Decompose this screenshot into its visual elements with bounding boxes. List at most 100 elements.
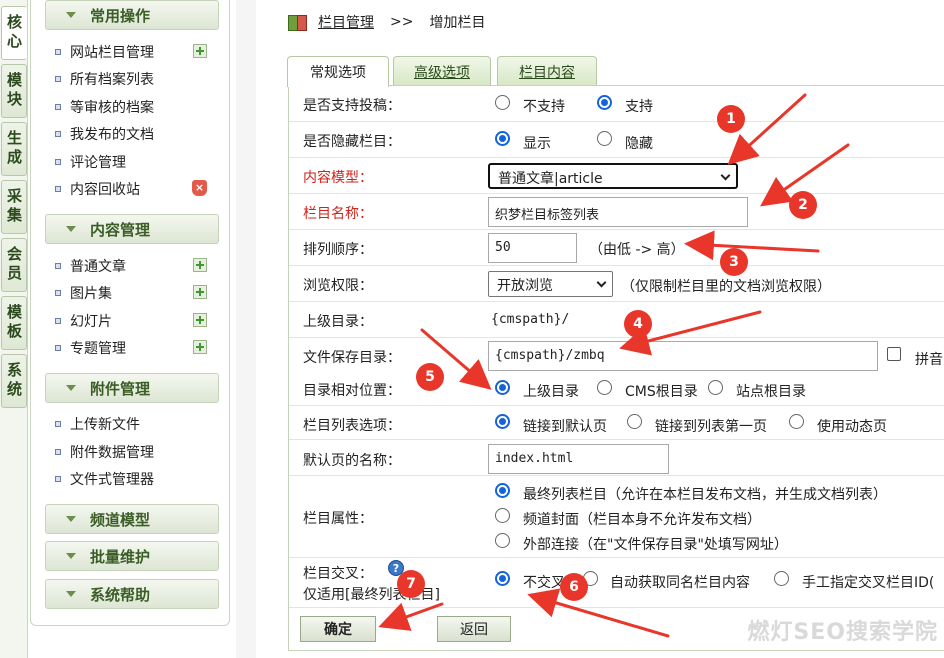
add-icon[interactable] bbox=[193, 44, 207, 58]
list-radio-dynamic[interactable] bbox=[789, 414, 804, 429]
pinyin-label: 拼音 bbox=[915, 352, 943, 368]
attr-radio-external[interactable] bbox=[495, 533, 510, 548]
menu-group-help[interactable]: 系统帮助 bbox=[45, 579, 219, 609]
cross-option-auto: 自动获取同名栏目内容 bbox=[610, 575, 750, 591]
hidden-option-hide: 隐藏 bbox=[625, 136, 653, 152]
chevron-down-icon bbox=[596, 277, 607, 288]
menu-item-column-manage[interactable]: 网站栏目管理 bbox=[55, 41, 207, 63]
relative-radio-site-root[interactable] bbox=[708, 380, 723, 395]
menu-item-slides[interactable]: 幻灯片 bbox=[55, 310, 207, 332]
attr-radio-cover[interactable] bbox=[495, 508, 510, 523]
confirm-button[interactable]: 确定 bbox=[300, 616, 376, 642]
bullet-icon bbox=[55, 421, 61, 427]
hidden-label: 是否隐藏栏目： bbox=[303, 134, 401, 150]
row-submission: 是否支持投稿： 不支持 支持 bbox=[289, 86, 944, 122]
row-name: 栏目名称： 织梦栏目标签列表 bbox=[289, 194, 944, 230]
watermark: 燃灯SEO搜索学院 bbox=[747, 620, 938, 645]
row-access: 浏览权限： 开放浏览 （仅限制栏目里的文档浏览权限） bbox=[289, 266, 944, 302]
recycle-bin-icon[interactable]: × bbox=[192, 180, 207, 196]
vtab-collect[interactable]: 采集 bbox=[1, 180, 27, 234]
menu-item-file-manager[interactable]: 文件式管理器 bbox=[55, 468, 205, 490]
tab-general[interactable]: 常规选项 bbox=[287, 56, 389, 87]
bullet-icon bbox=[55, 318, 61, 324]
relative-option-cms-root: CMS根目录 bbox=[625, 384, 698, 400]
access-hint: （仅限制栏目里的文档浏览权限） bbox=[621, 279, 831, 295]
row-save-dir: 文件保存目录： {cmspath}/zmbq 拼音 bbox=[289, 338, 944, 374]
cross-radio-manual[interactable] bbox=[774, 571, 789, 586]
submission-radio-yes[interactable] bbox=[597, 95, 612, 110]
content-model-select[interactable]: 普通文章|article bbox=[488, 163, 738, 189]
tab-advanced[interactable]: 高级选项 bbox=[393, 56, 491, 86]
list-option-dynamic: 使用动态页 bbox=[817, 419, 887, 435]
add-icon[interactable] bbox=[193, 258, 207, 272]
row-default-page: 默认页的名称： index.html bbox=[289, 440, 944, 476]
breadcrumb-separator: >> bbox=[390, 14, 414, 30]
default-page-label: 默认页的名称： bbox=[303, 453, 401, 469]
hidden-radio-hide[interactable] bbox=[597, 131, 612, 146]
vtab-core[interactable]: 核心 bbox=[1, 6, 27, 60]
bullet-icon bbox=[55, 186, 61, 192]
pinyin-checkbox[interactable] bbox=[887, 347, 901, 361]
menu-group-content[interactable]: 内容管理 bbox=[45, 214, 219, 244]
add-column-form: 是否支持投稿： 不支持 支持 是否隐藏栏目： 显示 隐藏 内容模型： 普通文章|… bbox=[288, 85, 944, 651]
row-model: 内容模型： 普通文章|article bbox=[289, 158, 944, 194]
menu-item-attachment-data[interactable]: 附件数据管理 bbox=[55, 441, 205, 463]
tab-column-content[interactable]: 栏目内容 bbox=[497, 56, 597, 86]
submission-radio-no[interactable] bbox=[495, 95, 510, 110]
attr-radio-final[interactable] bbox=[495, 483, 510, 498]
menu-item-topics[interactable]: 专题管理 bbox=[55, 337, 207, 359]
annotation-badge-6: 6 bbox=[560, 573, 588, 601]
add-icon[interactable] bbox=[193, 340, 207, 354]
add-icon[interactable] bbox=[193, 285, 207, 299]
vtab-generate[interactable]: 生成 bbox=[1, 122, 27, 176]
cross-option-none: 不交叉 bbox=[523, 575, 565, 591]
hidden-option-show: 显示 bbox=[523, 136, 551, 152]
menu-item-all-archives[interactable]: 所有档案列表 bbox=[55, 68, 205, 90]
vtab-system[interactable]: 系统 bbox=[1, 354, 27, 408]
module-tabs: 核心 模块 生成 采集 会员 模板 系统 bbox=[0, 0, 28, 658]
breadcrumb-link[interactable]: 栏目管理 bbox=[318, 12, 374, 32]
bullet-icon bbox=[55, 159, 61, 165]
relative-radio-parent[interactable] bbox=[495, 380, 510, 395]
menu-item-pending[interactable]: 等审核的档案 bbox=[55, 96, 205, 118]
submission-option-yes: 支持 bbox=[625, 99, 653, 115]
menu-group-batch[interactable]: 批量维护 bbox=[45, 541, 219, 571]
default-page-input[interactable]: index.html bbox=[488, 444, 669, 474]
menu-group-channel-model[interactable]: 频道模型 bbox=[45, 504, 219, 534]
vtab-template[interactable]: 模板 bbox=[1, 296, 27, 350]
save-dir-label: 文件保存目录： bbox=[303, 350, 401, 366]
collapse-triangle-icon bbox=[66, 516, 76, 522]
access-select[interactable]: 开放浏览 bbox=[488, 271, 613, 297]
hidden-radio-show[interactable] bbox=[495, 131, 510, 146]
list-radio-default[interactable] bbox=[495, 414, 510, 429]
back-button[interactable]: 返回 bbox=[437, 616, 511, 642]
relative-radio-cms-root[interactable] bbox=[597, 380, 612, 395]
model-label: 内容模型： bbox=[303, 170, 373, 186]
bullet-icon bbox=[55, 476, 61, 482]
vtab-member[interactable]: 会员 bbox=[1, 238, 27, 292]
vtab-module[interactable]: 模块 bbox=[1, 64, 27, 118]
collapse-triangle-icon bbox=[66, 226, 76, 232]
annotation-badge-2: 2 bbox=[789, 191, 817, 219]
list-radio-first[interactable] bbox=[627, 414, 642, 429]
menu-item-my-docs[interactable]: 我发布的文档 bbox=[55, 123, 205, 145]
order-input[interactable]: 50 bbox=[488, 233, 577, 263]
add-icon[interactable] bbox=[193, 313, 207, 327]
bullet-icon bbox=[55, 49, 61, 55]
cross-radio-none[interactable] bbox=[495, 571, 510, 586]
breadcrumb: 栏目管理 >> 增加栏目 bbox=[288, 8, 485, 36]
cross-option-manual: 手工指定交叉栏目ID( bbox=[802, 575, 935, 591]
menu-group-attachments[interactable]: 附件管理 bbox=[45, 373, 219, 403]
chevron-down-icon bbox=[720, 170, 731, 181]
menu-item-article[interactable]: 普通文章 bbox=[55, 255, 207, 277]
column-name-input[interactable]: 织梦栏目标签列表 bbox=[488, 197, 748, 227]
menu-item-images[interactable]: 图片集 bbox=[55, 282, 207, 304]
menu-item-recycle[interactable]: 内容回收站 × bbox=[55, 178, 207, 200]
menu-group-common[interactable]: 常用操作 bbox=[45, 0, 219, 30]
menu-item-upload[interactable]: 上传新文件 bbox=[55, 413, 205, 435]
save-dir-input[interactable]: {cmspath}/zmbq bbox=[488, 341, 878, 371]
row-relative: 目录相对位置： 上级目录 CMS根目录 站点根目录 bbox=[289, 374, 944, 406]
row-hidden: 是否隐藏栏目： 显示 隐藏 bbox=[289, 122, 944, 158]
attr-option-external: 外部连接（在"文件保存目录"处填写网址） bbox=[523, 537, 788, 553]
menu-item-comments[interactable]: 评论管理 bbox=[55, 151, 205, 173]
